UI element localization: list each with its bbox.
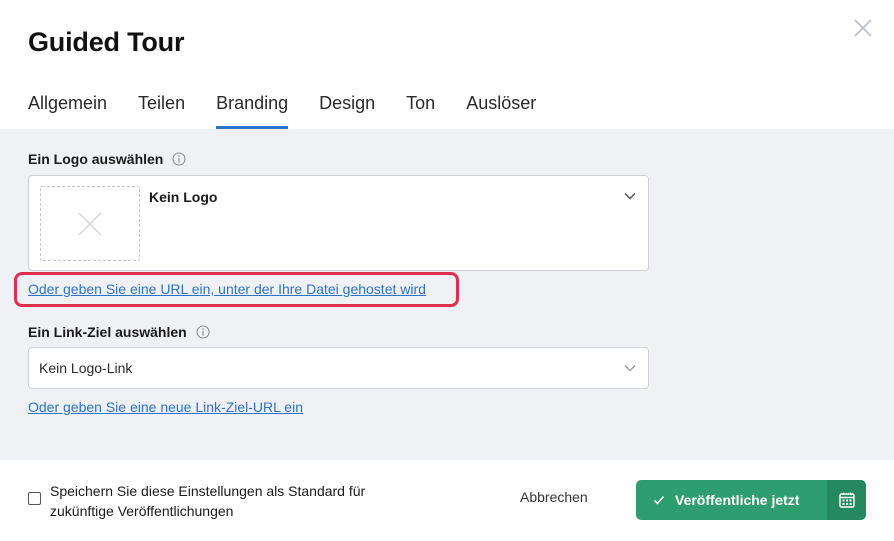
logo-placeholder xyxy=(40,186,140,261)
link-target-select[interactable]: Kein Logo-Link xyxy=(28,347,649,389)
schedule-button[interactable] xyxy=(827,480,866,520)
guided-tour-dialog: Guided Tour Allgemein Teilen Branding De… xyxy=(0,0,894,541)
logo-label-row: Ein Logo auswählen xyxy=(28,151,186,167)
check-icon xyxy=(653,494,665,506)
no-image-icon xyxy=(78,212,102,236)
dialog-footer: Speichern Sie diese Einstellungen als St… xyxy=(0,460,894,541)
chevron-down-icon xyxy=(623,361,637,375)
tab-bar: Allgemein Teilen Branding Design Ton Aus… xyxy=(28,92,567,129)
link-target-label-row: Ein Link-Ziel auswählen xyxy=(28,324,210,340)
close-icon xyxy=(854,19,872,37)
logo-select-value: Kein Logo xyxy=(149,189,218,205)
info-icon[interactable] xyxy=(172,152,186,166)
cancel-button[interactable]: Abbrechen xyxy=(520,489,588,505)
calendar-icon xyxy=(838,492,855,508)
chevron-down-icon xyxy=(623,189,637,203)
publish-now-button[interactable]: Veröffentliche jetzt xyxy=(636,480,827,520)
publish-button-group: Veröffentliche jetzt xyxy=(636,480,866,520)
info-icon[interactable] xyxy=(196,325,210,339)
tab-design[interactable]: Design xyxy=(319,92,375,129)
publish-now-label: Veröffentliche jetzt xyxy=(675,492,800,508)
new-link-target-link[interactable]: Oder geben Sie eine neue Link-Ziel-URL e… xyxy=(28,399,303,415)
logo-url-link[interactable]: Oder geben Sie eine URL ein, unter der I… xyxy=(28,281,426,297)
tab-teilen[interactable]: Teilen xyxy=(138,92,185,129)
tab-ton[interactable]: Ton xyxy=(406,92,435,129)
link-target-value: Kein Logo-Link xyxy=(39,360,133,376)
tab-allgemein[interactable]: Allgemein xyxy=(28,92,107,129)
branding-panel: Ein Logo auswählen Kein Logo Oder geben … xyxy=(0,129,894,460)
close-button[interactable] xyxy=(851,16,875,40)
link-target-label: Ein Link-Ziel auswählen xyxy=(28,324,187,340)
dialog-title: Guided Tour xyxy=(28,27,185,57)
save-default-label[interactable]: Speichern Sie diese Einstellungen als St… xyxy=(50,481,410,521)
logo-select[interactable]: Kein Logo xyxy=(28,175,649,271)
tab-ausloeser[interactable]: Auslöser xyxy=(466,92,536,129)
save-default-checkbox[interactable] xyxy=(28,492,41,505)
tab-branding[interactable]: Branding xyxy=(216,92,289,129)
logo-label: Ein Logo auswählen xyxy=(28,151,164,167)
